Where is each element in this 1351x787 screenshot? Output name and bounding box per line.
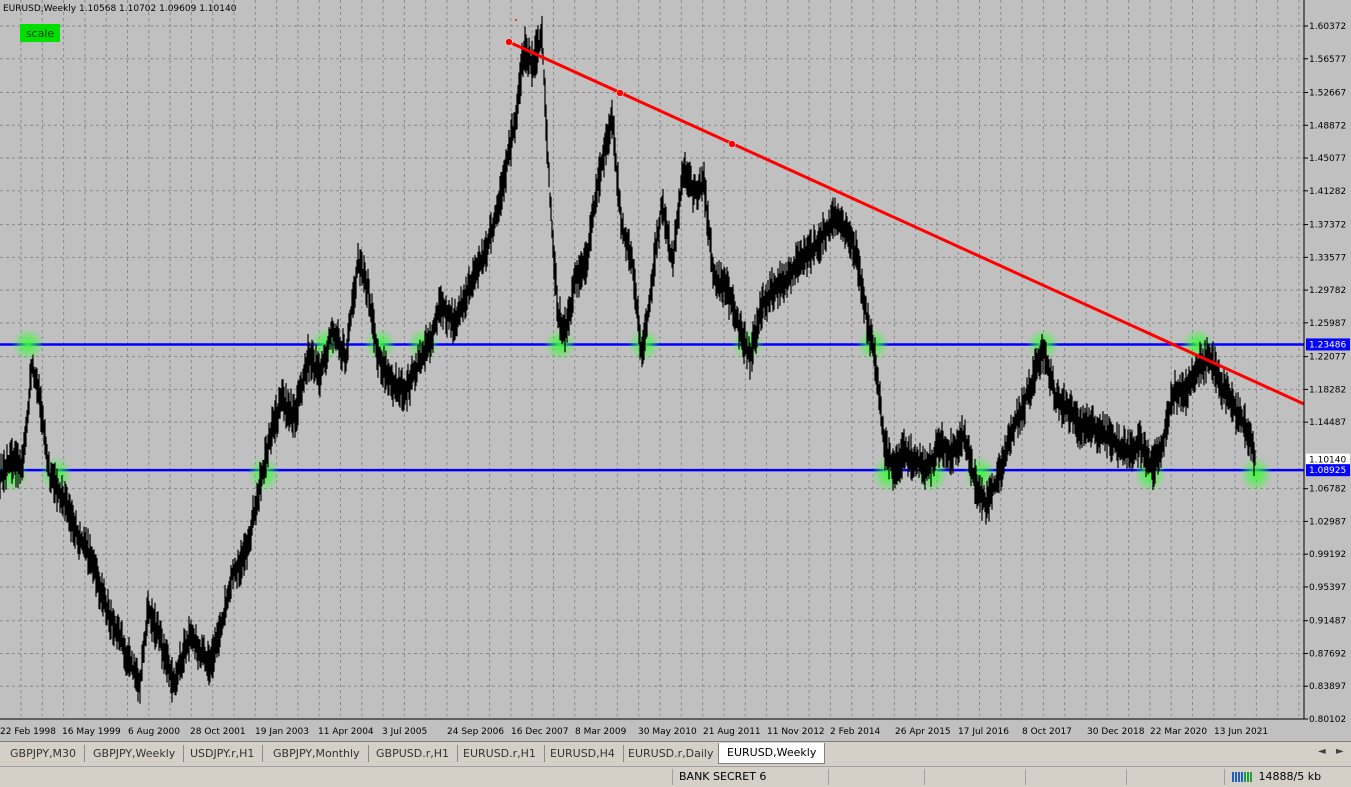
price-axis-label: 1.18282 [1309, 385, 1346, 395]
trendline-anchor [728, 140, 736, 148]
connection-bars-icon [1232, 772, 1252, 782]
trendline-anchor [616, 89, 624, 97]
date-axis-label: 28 Oct 2001 [190, 727, 246, 737]
trendline-marker [515, 19, 517, 21]
date-axis-label: 8 Mar 2009 [575, 727, 627, 737]
date-axis-label: 22 Mar 2020 [1150, 727, 1207, 737]
date-axis-label: 24 Sep 2006 [447, 727, 504, 737]
trendline-anchor [505, 38, 513, 46]
price-axis-label: 0.80102 [1309, 715, 1346, 725]
status-empty-3 [1025, 769, 1127, 785]
date-axis-label: 6 Aug 2000 [128, 727, 180, 737]
date-axis-label: 22 Feb 1998 [0, 727, 56, 737]
date-axis-label: 17 Jul 2016 [958, 727, 1009, 737]
chart-tab-bar: GBPJPY,M30 GBPJPY,Weekly USDJPY.r,H1 GBP… [0, 741, 1351, 766]
status-empty-1 [828, 769, 925, 785]
price-bars [0, 15, 1256, 704]
scale-button[interactable]: scale [20, 24, 60, 42]
price-axis-label: 0.91487 [1309, 617, 1346, 627]
date-axis-label: 8 Oct 2017 [1022, 727, 1072, 737]
axes: 1.60372 1.56577 1.52667 1.48872 1.45077 1.412… [0, 0, 1350, 737]
date-axis-label: 2 Feb 2014 [830, 727, 881, 737]
date-axis-label: 19 Jan 2003 [255, 727, 309, 737]
price-axis-label: 1.06782 [1309, 485, 1346, 495]
price-axis-label: 1.33577 [1309, 253, 1346, 263]
symbol-info: EURUSD,Weekly 1.10568 1.10702 1.09609 1.… [3, 4, 237, 14]
tab-scroll-left-icon[interactable]: ◄ [1318, 746, 1326, 757]
price-axis-label: 1.52667 [1309, 89, 1346, 99]
price-axis-label: 1.22077 [1309, 353, 1346, 363]
price-axis-label: 1.02987 [1309, 517, 1346, 527]
descending-trendline [508, 40, 1305, 406]
tab-gbpjpy-weekly[interactable]: GBPJPY,Weekly [85, 745, 185, 762]
date-axis-label: 11 Apr 2004 [318, 727, 374, 737]
date-axis-label: 30 Dec 2018 [1087, 727, 1145, 737]
tab-scroll-right-icon[interactable]: ► [1336, 746, 1344, 757]
support-touch-glow [1240, 456, 1272, 493]
chart-area[interactable]: 1.60372 1.56577 1.52667 1.48872 1.45077 1.412… [0, 0, 1351, 741]
status-bar: BANK SECRET 6 14888/5 kb [0, 766, 1351, 787]
date-axis-label: 16 May 1999 [62, 727, 121, 737]
price-axis-label: 0.83897 [1309, 682, 1346, 692]
horizontal-levels [0, 343, 1304, 472]
price-axis-label: 1.29782 [1309, 286, 1346, 296]
status-traffic: 14888/5 kb [1224, 769, 1351, 785]
tab-eurusd-r-h1[interactable]: EURUSD.r,H1 [455, 745, 545, 762]
tab-usdjpy-h1[interactable]: USDJPY.r,H1 [182, 745, 264, 762]
price-axis-label: 0.95397 [1309, 583, 1346, 593]
tab-gbpusd-h1[interactable]: GBPUSD.r,H1 [368, 745, 458, 762]
status-empty-4 [1126, 769, 1228, 785]
price-axis-label: 0.87692 [1309, 649, 1346, 659]
price-axis-label: 1.56577 [1309, 55, 1346, 65]
price-axis-label: 1.48872 [1309, 121, 1346, 131]
date-axis-label: 3 Jul 2005 [382, 727, 427, 737]
date-axis-label: 16 Dec 2007 [511, 727, 569, 737]
date-axis-label: 11 Nov 2012 [767, 727, 825, 737]
tab-eurusd-h4[interactable]: EURUSD,H4 [542, 745, 624, 762]
status-empty-2 [924, 769, 1026, 785]
price-chart[interactable]: 1.60372 1.56577 1.52667 1.48872 1.45077 1.412… [0, 0, 1351, 741]
tab-gbpjpy-m30[interactable]: GBPJPY,M30 [2, 745, 86, 762]
tab-gbpjpy-monthly[interactable]: GBPJPY,Monthly [265, 745, 369, 762]
price-axis-label: 1.41282 [1309, 187, 1346, 197]
date-axis-label: 13 Jun 2021 [1214, 727, 1268, 737]
date-axis-label: 30 May 2010 [638, 727, 697, 737]
date-axis-label: 21 Aug 2011 [703, 727, 761, 737]
price-series [0, 15, 1256, 704]
resistance-touch-glow [12, 328, 44, 361]
support-price-tag: 1.08925 [1309, 466, 1346, 476]
price-axis-label: 1.37372 [1309, 221, 1346, 231]
price-axis-label: 1.45077 [1309, 154, 1346, 164]
price-axis-label: 1.25987 [1309, 319, 1346, 329]
traffic-label: 14888/5 kb [1258, 770, 1322, 783]
date-axis-label: 26 Apr 2015 [895, 727, 951, 737]
tab-eurusd-r-daily[interactable]: EURUSD.r,Daily [620, 745, 723, 762]
resistance-price-tag: 1.23486 [1309, 340, 1346, 350]
price-axis-label: 1.60372 [1309, 22, 1346, 32]
price-axis-label: 1.14487 [1309, 418, 1346, 428]
tab-eurusd-weekly[interactable]: EURUSD,Weekly [718, 743, 826, 764]
status-profile: BANK SECRET 6 [672, 769, 829, 785]
price-axis-label: 0.99192 [1309, 550, 1346, 560]
